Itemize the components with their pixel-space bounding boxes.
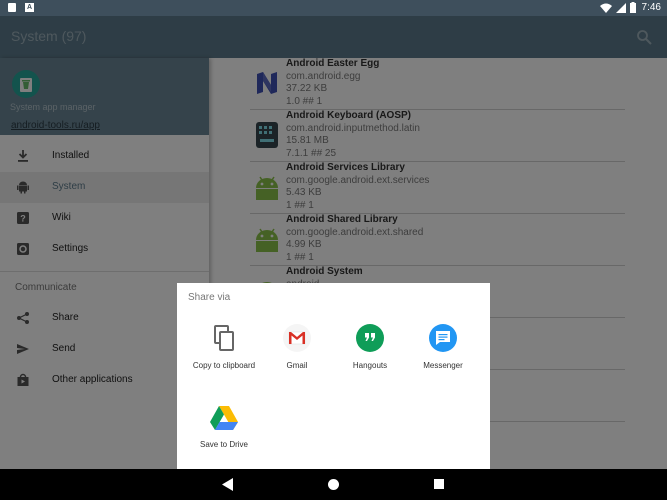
system-navigation-bar — [0, 469, 667, 500]
share-sheet: Share via Copy to clipboard Gmail Hangou… — [177, 283, 490, 469]
share-target-label: Gmail — [286, 361, 308, 370]
share-target-save-to-drive[interactable]: Save to Drive — [185, 402, 263, 464]
battery-icon — [629, 2, 636, 13]
status-bar: A 7:46 — [0, 0, 667, 16]
copy-icon — [214, 325, 234, 351]
share-target-label: Hangouts — [352, 361, 388, 370]
share-target-label: Copy to clipboard — [192, 361, 256, 370]
share-sheet-title: Share via — [188, 292, 231, 303]
home-button[interactable] — [328, 479, 339, 490]
recents-button[interactable] — [434, 479, 444, 489]
gmail-icon — [283, 324, 311, 352]
signal-icon — [615, 2, 626, 13]
clock: 7:46 — [641, 2, 661, 13]
share-target-label: Save to Drive — [199, 440, 249, 449]
share-target-hangouts[interactable]: Hangouts — [331, 323, 409, 385]
hangouts-icon — [356, 324, 384, 352]
share-target-copy-to-clipboard[interactable]: Copy to clipboard — [185, 323, 263, 385]
share-target-messenger[interactable]: Messenger — [404, 323, 482, 385]
sd-card-icon — [8, 3, 16, 12]
back-icon[interactable] — [222, 478, 233, 491]
keyboard-notification-icon: A — [25, 3, 34, 12]
share-target-gmail[interactable]: Gmail — [258, 323, 336, 385]
share-target-label: Messenger — [423, 361, 463, 370]
wifi-icon — [599, 3, 612, 13]
messenger-icon — [429, 324, 457, 352]
drive-icon — [210, 406, 238, 430]
